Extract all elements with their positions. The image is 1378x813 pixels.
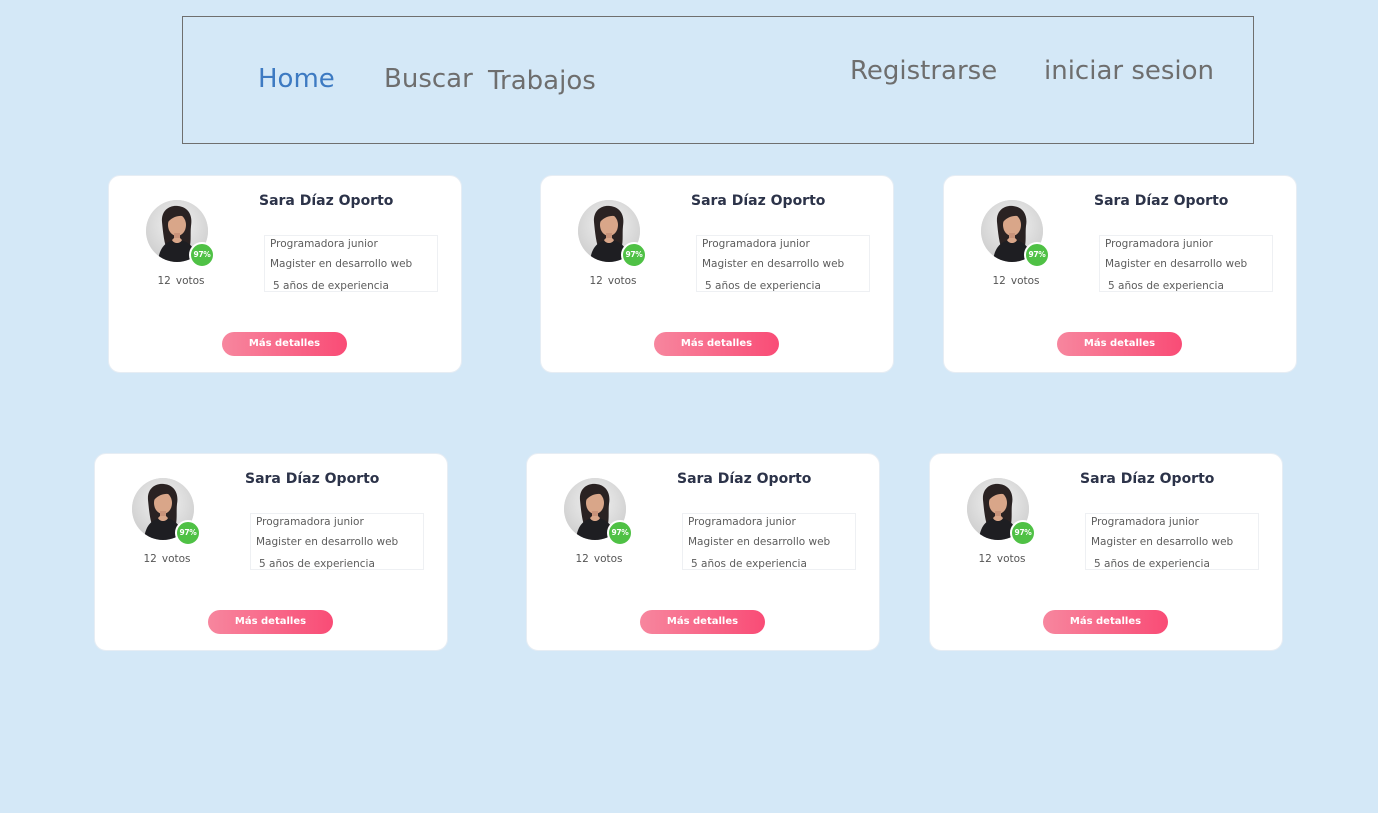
profile-card: 97% 12 votos Sara Díaz Oporto Programador… <box>943 175 1297 373</box>
profile-name: Sara Díaz Oporto <box>259 193 394 209</box>
votes-count: 12 votos <box>135 275 227 287</box>
profile-card: 97% 12 votos Sara Díaz Oporto Programador… <box>526 453 880 651</box>
rating-badge: 97% <box>1010 520 1036 546</box>
profile-experience: 5 años de experiencia <box>705 280 821 292</box>
votes-number: 12 <box>978 553 992 565</box>
votes-number: 12 <box>157 275 171 287</box>
profile-role: Programadora junior <box>270 238 378 250</box>
votes-label: votos <box>175 275 205 287</box>
profile-experience: 5 años de experiencia <box>691 558 807 570</box>
profile-details-box: Programadora junior Magister en desarrol… <box>250 513 424 570</box>
avatar-container: 97% <box>132 478 201 546</box>
profile-experience: 5 años de experiencia <box>1094 558 1210 570</box>
votes-label: votos <box>593 553 623 565</box>
profile-details-box: Programadora junior Magister en desarrol… <box>696 235 870 292</box>
profile-role: Programadora junior <box>1091 516 1199 528</box>
avatar-container: 97% <box>578 200 647 268</box>
more-details-button[interactable]: Más detalles <box>1043 610 1168 634</box>
profile-card: 97% 12 votos Sara Díaz Oporto Programador… <box>540 175 894 373</box>
profile-role: Programadora junior <box>688 516 796 528</box>
nav-register-link[interactable]: Registrarse <box>850 58 997 84</box>
profile-experience: 5 años de experiencia <box>259 558 375 570</box>
profile-card: 97% 12 votos Sara Díaz Oporto Programador… <box>94 453 448 651</box>
more-details-button[interactable]: Más detalles <box>208 610 333 634</box>
profile-role: Programadora junior <box>702 238 810 250</box>
profile-details-box: Programadora junior Magister en desarrol… <box>1085 513 1259 570</box>
profile-degree: Magister en desarrollo web <box>702 258 845 270</box>
votes-label: votos <box>607 275 637 287</box>
votes-count: 12 votos <box>121 553 213 565</box>
votes-label: votos <box>161 553 191 565</box>
votes-number: 12 <box>143 553 157 565</box>
nav-jobs-link[interactable]: Trabajos <box>488 68 596 94</box>
profile-name: Sara Díaz Oporto <box>1080 471 1215 487</box>
votes-count: 12 votos <box>553 553 645 565</box>
more-details-button[interactable]: Más detalles <box>640 610 765 634</box>
rating-badge: 97% <box>175 520 201 546</box>
avatar-container: 97% <box>967 478 1036 546</box>
profile-details-box: Programadora junior Magister en desarrol… <box>682 513 856 570</box>
profile-details-box: Programadora junior Magister en desarrol… <box>264 235 438 292</box>
profile-card: 97% 12 votos Sara Díaz Oporto Programador… <box>108 175 462 373</box>
profile-name: Sara Díaz Oporto <box>245 471 380 487</box>
more-details-button[interactable]: Más detalles <box>1057 332 1182 356</box>
votes-label: votos <box>1010 275 1040 287</box>
profile-name: Sara Díaz Oporto <box>691 193 826 209</box>
top-navigation: Home Buscar Trabajos Registrarse iniciar… <box>182 16 1254 144</box>
rating-badge: 97% <box>189 242 215 268</box>
profile-degree: Magister en desarrollo web <box>1105 258 1248 270</box>
profile-card: 97% 12 votos Sara Díaz Oporto Programador… <box>929 453 1283 651</box>
rating-badge: 97% <box>1024 242 1050 268</box>
profile-role: Programadora junior <box>256 516 364 528</box>
profile-experience: 5 años de experiencia <box>273 280 389 292</box>
profile-degree: Magister en desarrollo web <box>270 258 413 270</box>
votes-label: votos <box>996 553 1026 565</box>
profile-role: Programadora junior <box>1105 238 1213 250</box>
rating-badge: 97% <box>607 520 633 546</box>
profile-details-box: Programadora junior Magister en desarrol… <box>1099 235 1273 292</box>
profile-degree: Magister en desarrollo web <box>688 536 831 548</box>
profile-degree: Magister en desarrollo web <box>1091 536 1234 548</box>
votes-number: 12 <box>589 275 603 287</box>
votes-number: 12 <box>992 275 1006 287</box>
nav-login-link[interactable]: iniciar sesion <box>1044 58 1214 84</box>
nav-home-link[interactable]: Home <box>258 66 335 92</box>
profile-name: Sara Díaz Oporto <box>1094 193 1229 209</box>
votes-count: 12 votos <box>567 275 659 287</box>
profile-experience: 5 años de experiencia <box>1108 280 1224 292</box>
votes-number: 12 <box>575 553 589 565</box>
votes-count: 12 votos <box>956 553 1048 565</box>
profile-name: Sara Díaz Oporto <box>677 471 812 487</box>
rating-badge: 97% <box>621 242 647 268</box>
more-details-button[interactable]: Más detalles <box>654 332 779 356</box>
profile-degree: Magister en desarrollo web <box>256 536 399 548</box>
nav-search-link[interactable]: Buscar <box>384 66 473 92</box>
more-details-button[interactable]: Más detalles <box>222 332 347 356</box>
votes-count: 12 votos <box>970 275 1062 287</box>
avatar-container: 97% <box>981 200 1050 268</box>
avatar-container: 97% <box>146 200 215 268</box>
avatar-container: 97% <box>564 478 633 546</box>
